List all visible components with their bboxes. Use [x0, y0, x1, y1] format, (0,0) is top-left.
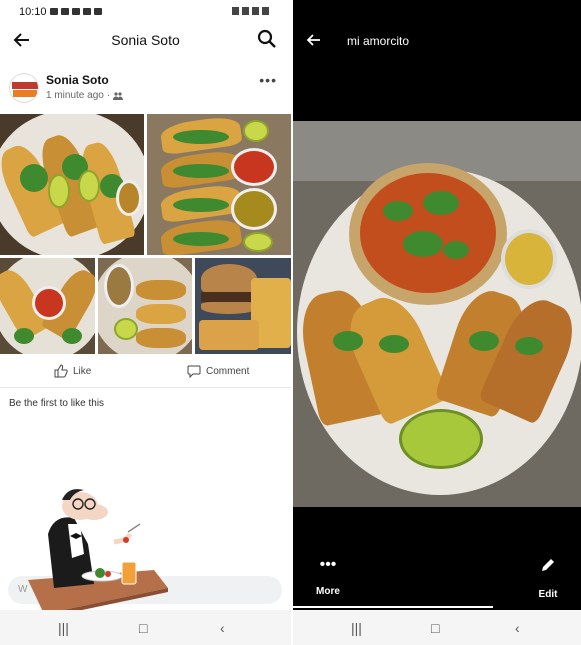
photo-food-shape [333, 331, 363, 351]
photo-food-shape [399, 409, 483, 469]
comment-icon [187, 365, 201, 378]
photo-food-shape [136, 304, 186, 324]
post-author[interactable]: Sonia Soto [46, 73, 109, 87]
photo-food-shape [379, 335, 409, 353]
photo-food-shape [20, 164, 48, 192]
recent-apps-icon[interactable]: ||| [58, 620, 69, 636]
photo-food-shape [173, 164, 229, 178]
fullscreen-photo[interactable] [293, 121, 581, 507]
notification-icon [94, 8, 102, 15]
post-photo[interactable] [195, 258, 291, 354]
photo-food-shape [14, 328, 34, 344]
notification-icon [61, 8, 69, 15]
notification-icon [83, 8, 91, 15]
pencil-icon [542, 559, 554, 571]
recent-apps-icon[interactable]: ||| [351, 620, 362, 636]
post-timestamp: 1 minute ago [46, 90, 104, 101]
right-phone-screen: mi amorcito ••• More Edit ||| □ ‹ [293, 0, 581, 645]
photo-food-shape [136, 328, 186, 348]
photo-food-shape [201, 302, 257, 314]
status-bar: 10:10 [0, 0, 291, 22]
photo-food-shape [423, 191, 459, 215]
photo-food-shape [403, 231, 443, 257]
avatar-logo-stripe [12, 82, 38, 89]
photo-food-shape [78, 170, 100, 202]
screenshot-root: 10:10 Sonia Soto Sonia Soto 1 minute ago… [0, 0, 581, 645]
like-label: Like [73, 365, 92, 377]
photo-food-shape [201, 264, 257, 294]
photo-food-shape [136, 280, 186, 300]
battery-icon [262, 7, 269, 15]
photo-food-shape [104, 264, 134, 308]
photo-food-shape [515, 337, 543, 355]
mute-icon [232, 7, 239, 15]
like-button[interactable]: Like [54, 364, 91, 378]
waiter-illustration [28, 489, 168, 618]
photo-food-shape [469, 331, 499, 351]
album-title: mi amorcito [347, 34, 410, 48]
back-nav-icon[interactable]: ‹ [220, 620, 225, 636]
media-progress-indicator [293, 606, 493, 608]
notification-icon [72, 8, 80, 15]
post-options-icon[interactable]: ••• [259, 72, 277, 88]
post-header: Sonia Soto 1 minute ago · ••• [0, 66, 291, 110]
photo-food-shape [383, 201, 413, 221]
photo-bottom-bar: ••• More Edit [293, 556, 581, 606]
photo-food-shape [114, 318, 138, 340]
notification-icon [50, 8, 58, 15]
more-button[interactable]: ••• More [313, 556, 343, 597]
status-time: 10:10 [19, 6, 47, 18]
system-status-icons [232, 7, 269, 15]
photo-food-shape [173, 232, 229, 246]
friends-audience-icon [113, 91, 124, 100]
home-icon[interactable]: □ [139, 620, 147, 636]
photo-food-shape [173, 198, 229, 212]
android-nav-bar: ||| □ ‹ [293, 610, 581, 645]
signal-icon [252, 7, 259, 15]
photo-food-shape [48, 174, 70, 208]
avatar-logo-stripe [13, 90, 37, 97]
more-label: More [316, 586, 340, 597]
wifi-icon [242, 7, 249, 15]
post-photo[interactable] [0, 258, 95, 354]
photo-food-shape [243, 120, 269, 142]
post-photo[interactable] [0, 114, 144, 255]
dot-separator: · [106, 90, 111, 101]
edit-button[interactable]: Edit [533, 556, 563, 600]
likes-summary: Be the first to like this [9, 398, 105, 409]
comment-label: Comment [206, 365, 250, 377]
post-photo[interactable] [98, 258, 192, 354]
photo-food-shape [243, 232, 273, 252]
home-icon[interactable]: □ [431, 620, 439, 636]
post-photo[interactable] [147, 114, 291, 255]
android-nav-bar: ||| □ ‹ [0, 610, 291, 645]
back-nav-icon[interactable]: ‹ [515, 620, 520, 636]
edit-label: Edit [538, 589, 558, 600]
photo-food-shape [443, 241, 469, 259]
photo-food-shape [231, 188, 277, 230]
photo-food-shape [32, 286, 66, 320]
photo-food-shape [199, 320, 259, 350]
photo-food-shape [62, 328, 82, 344]
more-dots-icon: ••• [319, 556, 337, 573]
avatar[interactable] [9, 73, 39, 103]
search-icon[interactable] [257, 29, 277, 49]
photo-food-shape [116, 180, 142, 216]
thumbs-up-icon [54, 364, 68, 378]
photo-food-shape [173, 130, 229, 144]
post-actions-bar: Like Comment [0, 356, 291, 388]
top-app-bar: Sonia Soto [0, 22, 291, 58]
notification-icons [50, 8, 102, 15]
left-phone-screen: 10:10 Sonia Soto Sonia Soto 1 minute ago… [0, 0, 291, 645]
photo-food-shape [501, 229, 557, 289]
post-meta: 1 minute ago · [46, 90, 124, 101]
photo-food-shape [231, 148, 277, 186]
comment-button[interactable]: Comment [187, 364, 249, 378]
page-title: Sonia Soto [111, 32, 180, 48]
photo-food-shape [201, 292, 257, 302]
back-arrow-icon[interactable] [306, 32, 322, 48]
